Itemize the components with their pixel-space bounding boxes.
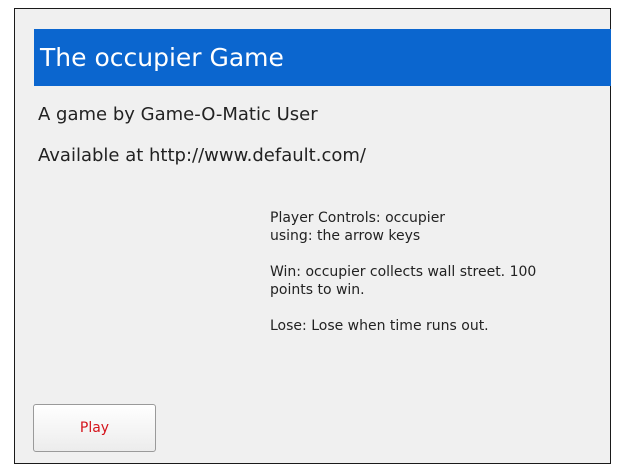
win-points-line: points to win. xyxy=(270,282,365,298)
game-title: The occupier Game xyxy=(40,43,284,72)
controls-keys-line: using: the arrow keys xyxy=(270,228,421,244)
controls-line: Player Controls: occupier xyxy=(270,210,446,226)
author-credit: A game by Game-O-Matic User xyxy=(38,104,318,125)
win-condition: Win: occupier collects wall street. 100 … xyxy=(270,263,605,299)
win-line: Win: occupier collects wall street. 100 xyxy=(270,264,537,280)
game-frame: The occupier Game A game by Game-O-Matic… xyxy=(14,8,611,464)
instructions-panel: Player Controls: occupier using: the arr… xyxy=(270,209,605,353)
title-bar: The occupier Game xyxy=(34,29,611,86)
availability-text: Available at http://www.default.com/ xyxy=(38,145,366,166)
controls-instructions: Player Controls: occupier using: the arr… xyxy=(270,209,605,245)
play-button[interactable]: Play xyxy=(33,404,156,452)
lose-line: Lose: Lose when time runs out. xyxy=(270,318,489,334)
lose-condition: Lose: Lose when time runs out. xyxy=(270,317,605,335)
